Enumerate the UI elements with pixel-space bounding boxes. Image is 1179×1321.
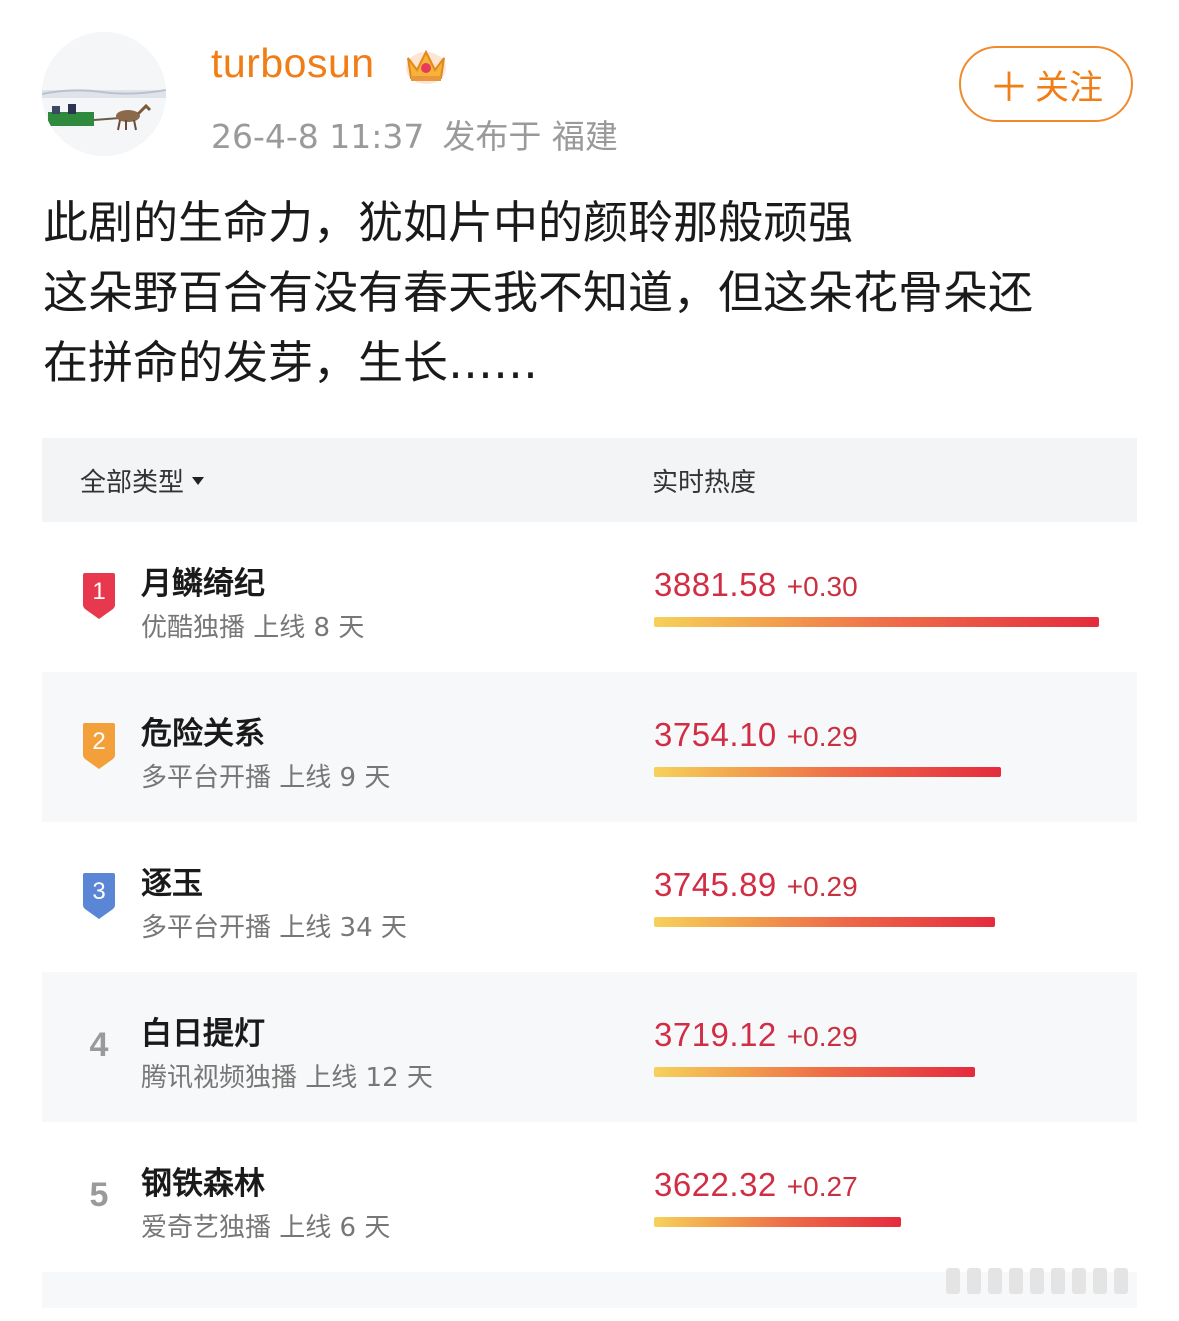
heat-column-header: 实时热度 [652,468,757,498]
post-meta: 26-4-8 11:37 发布于 福建 [211,110,636,158]
rank-badge-icon: 1 [79,571,119,621]
type-filter-label: 全部类型 [80,468,185,498]
ranking-row[interactable]: 4 白日提灯腾讯视频独播 上线 12 天 3719.12 +0.29 [42,972,1137,1122]
heat-value: 3745.89 [654,866,777,903]
heat-value-group: 3622.32 +0.27 [654,1166,858,1204]
post-text-line: 这朵野百合有没有春天我不知道，但这朵花骨朵还 [43,266,1034,319]
rank-badge-icon: 2 [79,721,119,771]
show-title[interactable]: 危险关系 [141,708,265,753]
show-info: 爱奇艺独播 上线 6 天 [141,1213,391,1243]
avatar-snow-sleigh-image [42,32,166,156]
heat-value: 3622.32 [654,1166,777,1203]
heat-value-group: 3754.10 +0.29 [654,716,858,754]
show-info: 腾讯视频独播 上线 12 天 [141,1063,433,1093]
heat-value-group: 3881.58 +0.30 [654,566,858,604]
heat-delta: +0.29 [786,871,858,902]
heat-value: 3754.10 [654,716,777,753]
caret-down-icon [192,476,205,485]
heat-bar [654,617,1099,627]
post-text: 此剧的生命力，犹如片中的颜聆那般顽强 这朵野百合有没有春天我不知道，但这朵花骨朵… [43,188,1143,398]
heat-value-group: 3745.89 +0.29 [654,866,858,904]
ranking-row[interactable]: 5 钢铁森林爱奇艺独播 上线 6 天 3622.32 +0.27 [42,1122,1137,1272]
type-filter[interactable]: 全部类型 [80,462,205,499]
crown-icon [406,49,446,84]
post-text-line: 此剧的生命力，犹如片中的颜聆那般顽强 [43,196,854,249]
ranking-card: 全部类型 实时热度 1 月鳞绮纪优酷独播 上线 8 天 3881.58 +0.30 2 危… [42,438,1137,1308]
heat-value: 3719.12 [654,1016,777,1053]
heat-delta: +0.29 [786,721,858,752]
heat-delta: +0.30 [786,571,858,602]
ranking-row[interactable]: 2 危险关系多平台开播 上线 9 天 3754.10 +0.29 [42,672,1137,822]
rank-badge-icon: 3 [79,871,119,921]
rank-number: 1 [92,578,106,605]
post-text-line: 在拼命的发芽，生长…… [43,336,539,389]
rank-number: 5 [89,1176,109,1214]
show-info: 优酷独播 上线 8 天 [141,613,365,643]
rank-number: 3 [92,878,106,905]
heat-bar [654,1067,975,1077]
rank-number: 4 [89,1026,109,1064]
ranking-header: 全部类型 实时热度 [42,438,1137,522]
heat-value-group: 3719.12 +0.29 [654,1016,858,1054]
rank-number: 2 [92,728,106,755]
follow-label: 关注 [1035,67,1103,108]
ranking-row[interactable]: 3 逐玉多平台开播 上线 34 天 3745.89 +0.29 [42,822,1137,972]
heat-delta: +0.29 [786,1021,858,1052]
ranking-row[interactable]: 1 月鳞绮纪优酷独播 上线 8 天 3881.58 +0.30 [42,522,1137,672]
watermark [946,1268,1128,1294]
show-info: 多平台开播 上线 34 天 [141,913,407,943]
show-info: 多平台开播 上线 9 天 [141,763,391,793]
post-date: 26-4-8 11:37 [211,117,425,156]
follow-button[interactable]: ＋ 关注 [959,46,1133,122]
heat-delta: +0.27 [786,1171,858,1202]
show-title[interactable]: 白日提灯 [141,1008,265,1053]
heat-value: 3881.58 [654,566,777,603]
post-location: 发布于 福建 [442,117,618,156]
show-title[interactable]: 钢铁森林 [141,1158,265,1203]
show-title[interactable]: 逐玉 [141,858,203,903]
username[interactable]: turbosun [211,40,375,87]
avatar[interactable] [42,32,166,156]
heat-bar [654,1217,901,1227]
plus-icon: ＋ [989,65,1029,111]
show-title[interactable]: 月鳞绮纪 [141,558,265,603]
heat-bar [654,917,996,927]
heat-bar [654,767,1002,777]
